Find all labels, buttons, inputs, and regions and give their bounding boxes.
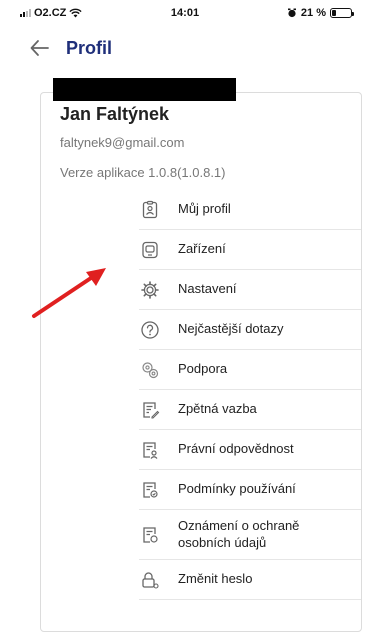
menu-item-label: Oznámení o ochraně osobních údajů — [178, 518, 299, 552]
id-badge-icon — [140, 200, 160, 220]
menu-item-label: Zařízení — [178, 241, 226, 257]
status-right: 21 % — [287, 7, 354, 19]
battery-percent: 21 % — [300, 7, 326, 19]
menu-item-change-password[interactable]: Změnit heslo — [139, 560, 361, 600]
alarm-icon — [287, 8, 296, 18]
page-title: Profil — [66, 38, 113, 58]
menu-item-label: Nejčastější dotazy — [178, 321, 284, 337]
menu-item-label: Právní odpovědnost — [178, 441, 294, 457]
terms-document-icon — [140, 480, 160, 500]
redaction-bar — [53, 78, 236, 101]
user-email: faltynek9@gmail.com — [60, 135, 185, 150]
menu-item-my-profile[interactable]: Můj profil — [139, 190, 361, 230]
lock-icon — [140, 570, 160, 590]
menu-item-label-line1: Oznámení o ochraně — [178, 517, 300, 533]
menu-item-label: Podpora — [178, 361, 228, 377]
legal-document-icon — [140, 440, 160, 460]
battery-icon — [330, 8, 354, 18]
battery-fill — [332, 10, 336, 16]
device-icon — [140, 240, 160, 260]
menu-item-faq[interactable]: Nejčastější dotazy — [139, 310, 361, 350]
menu-item-feedback[interactable]: Zpětná vazba — [139, 390, 361, 430]
menu-item-label: Nastavení — [178, 281, 237, 297]
gear-icon — [140, 280, 160, 300]
menu-item-label-line2: osobních údajů — [178, 534, 267, 550]
menu-item-label: Podmínky používání — [178, 481, 296, 497]
profile-menu: Můj profil Zařízení Nastavení Nejčastějš… — [139, 190, 361, 600]
menu-item-label: Můj profil — [178, 201, 231, 217]
back-button[interactable] — [28, 36, 52, 60]
feedback-document-icon — [140, 400, 160, 420]
privacy-document-icon — [140, 525, 160, 545]
user-name: Jan Faltýnek — [60, 104, 170, 124]
menu-item-devices[interactable]: Zařízení — [139, 230, 361, 270]
menu-item-label: Změnit heslo — [178, 571, 253, 587]
app-version: Verze aplikace 1.0.8(1.0.8.1) — [60, 165, 226, 180]
arrow-left-icon — [30, 40, 49, 56]
menu-item-support[interactable]: Podpora — [139, 350, 361, 390]
menu-item-legal[interactable]: Právní odpovědnost — [139, 430, 361, 470]
menu-item-settings[interactable]: Nastavení — [139, 270, 361, 310]
status-bar: O2.CZ 14:01 21 % — [0, 0, 370, 24]
profile-screen: O2.CZ 14:01 21 % Profil Jan Faltýnek fal… — [0, 0, 370, 637]
menu-item-label: Zpětná vazba — [178, 401, 257, 417]
app-header: Profil — [0, 30, 370, 66]
question-circle-icon — [140, 320, 160, 340]
profile-card: Jan Faltýnek faltynek9@gmail.com Verze a… — [40, 92, 362, 632]
menu-item-privacy[interactable]: Oznámení o ochraně osobních údajů — [139, 510, 361, 560]
support-gears-icon — [140, 360, 160, 380]
menu-item-terms[interactable]: Podmínky používání — [139, 470, 361, 510]
